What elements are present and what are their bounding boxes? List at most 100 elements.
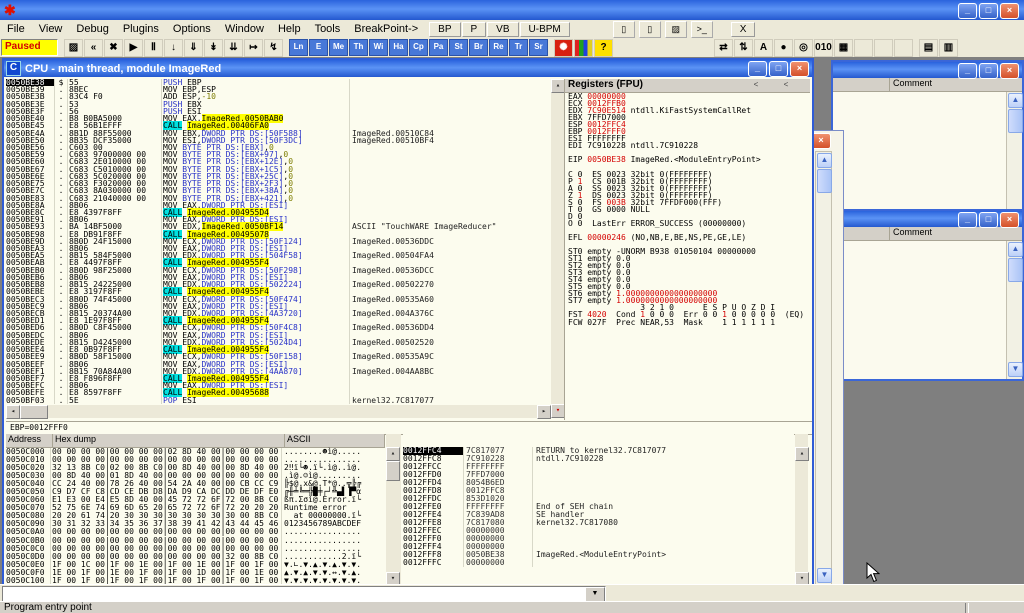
minimize-button[interactable]: _	[958, 212, 977, 228]
toolbar-icon-button[interactable]: «	[84, 39, 103, 57]
command-input[interactable]	[3, 587, 585, 602]
options-gear-button[interactable]: ✺	[554, 39, 573, 57]
plugin-toolbar-button[interactable]: A	[754, 39, 773, 57]
disasm-row[interactable]: 0050BEFE.E8 8597F8FFCALL ImageRed.004956…	[6, 389, 551, 396]
empty-button[interactable]	[854, 39, 873, 57]
scroll-up-icon[interactable]: ▴	[386, 447, 400, 461]
stack-row[interactable]: 0012FFE87C817080kernel32.7C817080	[403, 519, 794, 527]
pane-button[interactable]: Br	[469, 39, 488, 56]
menu-item[interactable]: BreakPoint->	[347, 21, 425, 37]
plugin-button[interactable]: VB	[487, 22, 518, 37]
minimize-button[interactable]: _	[748, 61, 767, 77]
menu-icon-button[interactable]: ▯	[613, 21, 635, 38]
stack-row[interactable]: 0012FFEC00000000	[403, 527, 794, 535]
disassembly-pane[interactable]: 0050BE38$55PUSH EBP 0050BE39.8BECMOV EBP…	[6, 79, 551, 404]
maximize-button[interactable]: □	[769, 61, 788, 77]
plugin-toolbar-button[interactable]: ⇄	[714, 39, 733, 57]
pane-button[interactable]: St	[449, 39, 468, 56]
scroll-up-icon[interactable]: ▲	[1008, 242, 1023, 257]
stack-row[interactable]: 0012FFFC00000000	[403, 559, 794, 567]
disasm-row[interactable]: 0050BF03.5EPOP ESIkernel32.7C817077	[6, 397, 551, 404]
stack-row[interactable]: 0012FFF000000000	[403, 535, 794, 543]
plugin-close-button[interactable]: X	[731, 22, 756, 37]
minimize-button[interactable]: _	[958, 3, 977, 19]
toolbar-icon-button[interactable]: ↡	[204, 39, 223, 57]
pane-button[interactable]: Tr	[509, 39, 528, 56]
scroll-thumb[interactable]	[1008, 258, 1023, 282]
close-button[interactable]: ×	[790, 61, 809, 77]
register-row[interactable]: EFL 00000246 (NO,NB,E,BE,NS,PE,GE,LE)	[565, 234, 810, 241]
plugin-button[interactable]: P	[462, 22, 487, 37]
scroll-thumb[interactable]	[386, 461, 400, 481]
disasm-vscrollbar[interactable]: ▴ ▾	[551, 79, 564, 418]
register-row[interactable]: O 0 LastErr ERROR_SUCCESS (00000000)	[565, 220, 810, 227]
appearance-button[interactable]: ■	[574, 39, 593, 57]
scroll-up-icon[interactable]: ▲	[1008, 93, 1023, 108]
plugin-toolbar-button[interactable]: ▦	[834, 39, 853, 57]
pane-button[interactable]: Th	[349, 39, 368, 56]
menu-item[interactable]: Help	[271, 21, 308, 37]
scrollbar[interactable]: ▲ ▼	[1006, 241, 1022, 379]
menu-icon-button[interactable]: >_	[691, 21, 713, 38]
stack-row[interactable]: 0012FFE0FFFFFFFFEnd of SEH chain	[403, 503, 794, 511]
toolbar-icon-button[interactable]: ↦	[244, 39, 263, 57]
pane-button[interactable]: Sr	[529, 39, 548, 56]
registers-prev-button[interactable]: <	[748, 80, 764, 90]
close-button[interactable]: ×	[1000, 3, 1019, 19]
plugin-button[interactable]: BP	[429, 22, 460, 37]
stack-row[interactable]: 0012FFD80012FFC8	[403, 487, 794, 495]
toolbar-icon-button[interactable]: Ⅱ	[144, 39, 163, 57]
toolbar-icon-button[interactable]: ⇊	[224, 39, 243, 57]
registers-next-button[interactable]: <	[778, 80, 794, 90]
scrollbar[interactable]: ▲	[1006, 92, 1022, 219]
menu-item[interactable]: File	[0, 21, 32, 37]
dump-pane[interactable]: Address Hex dump ASCII 0050C00000 00 00 …	[6, 434, 385, 586]
menu-item[interactable]: Options	[166, 21, 218, 37]
pane-button[interactable]: Ln	[289, 39, 308, 56]
stack-vscrollbar[interactable]: ▴ ▾	[795, 434, 808, 586]
stack-row[interactable]: 0012FFCCFFFFFFFF	[403, 463, 794, 471]
empty-button[interactable]	[874, 39, 893, 57]
scroll-right-icon[interactable]: ▸	[537, 405, 551, 419]
minimize-button[interactable]: _	[958, 63, 977, 79]
scroll-up-icon[interactable]: ▲	[817, 153, 832, 168]
stack-row[interactable]: 0012FFC87C910228ntdll.7C910228	[403, 455, 794, 463]
plugin-toolbar-button[interactable]: 010	[814, 39, 833, 57]
help-button[interactable]: ?	[594, 39, 613, 57]
stack-pane[interactable]: 0012FFC47C817077RETURN to kernel32.7C817…	[403, 434, 794, 586]
stack-row[interactable]: 0012FFD48054B6ED	[403, 479, 794, 487]
close-button[interactable]: ×	[1000, 63, 1019, 79]
toolbar-icon-button[interactable]: ↯	[264, 39, 283, 57]
pane-button[interactable]: Re	[489, 39, 508, 56]
scroll-thumb[interactable]	[20, 405, 48, 419]
stack-row[interactable]: 0012FFD07FFD7000	[403, 471, 794, 479]
menu-item[interactable]: Plugins	[116, 21, 166, 37]
close-button[interactable]: ×	[811, 133, 831, 149]
pane-button[interactable]: Pa	[429, 39, 448, 56]
disasm-hscrollbar[interactable]: ◂ ▸	[6, 405, 551, 418]
disasm-row[interactable]: 0050BE3B.83C4 F0ADD ESP,-10	[6, 93, 551, 100]
scroll-thumb[interactable]	[1008, 109, 1023, 133]
scroll-up-icon[interactable]: ▴	[795, 447, 809, 461]
scroll-down-icon[interactable]: ▼	[1008, 362, 1023, 377]
scroll-left-icon[interactable]: ◂	[6, 405, 20, 419]
scroll-thumb[interactable]	[817, 169, 832, 193]
toolbar-icon-button[interactable]: ↓	[164, 39, 183, 57]
cpu-titlebar[interactable]: C CPU - main thread, module ImageRed _ □…	[4, 60, 812, 77]
scroll-down-icon[interactable]: ▾	[551, 404, 565, 418]
pane-button[interactable]: Ha	[389, 39, 408, 56]
empty-button[interactable]	[894, 39, 913, 57]
list-toolbar-button[interactable]: ▥	[939, 39, 958, 57]
pane-button[interactable]: E	[309, 39, 328, 56]
menu-icon-button[interactable]: ▯	[639, 21, 661, 38]
toolbar-icon-button[interactable]: ▨	[64, 39, 83, 57]
stack-row[interactable]: 0012FFF80050BE38ImageRed.<ModuleEntryPoi…	[403, 551, 794, 559]
dropdown-arrow-icon[interactable]: ▼	[585, 587, 605, 602]
close-button[interactable]: ×	[1000, 212, 1019, 228]
menu-item[interactable]: Tools	[308, 21, 348, 37]
pane-button[interactable]: Cp	[409, 39, 428, 56]
toolbar-icon-button[interactable]: ⇓	[184, 39, 203, 57]
disasm-row[interactable]: 0050BE3E.53PUSH EBX	[6, 101, 551, 108]
maximize-button[interactable]: □	[979, 63, 998, 79]
register-row[interactable]: EIP 0050BE38 ImageRed.<ModuleEntryPoint>	[565, 156, 810, 163]
